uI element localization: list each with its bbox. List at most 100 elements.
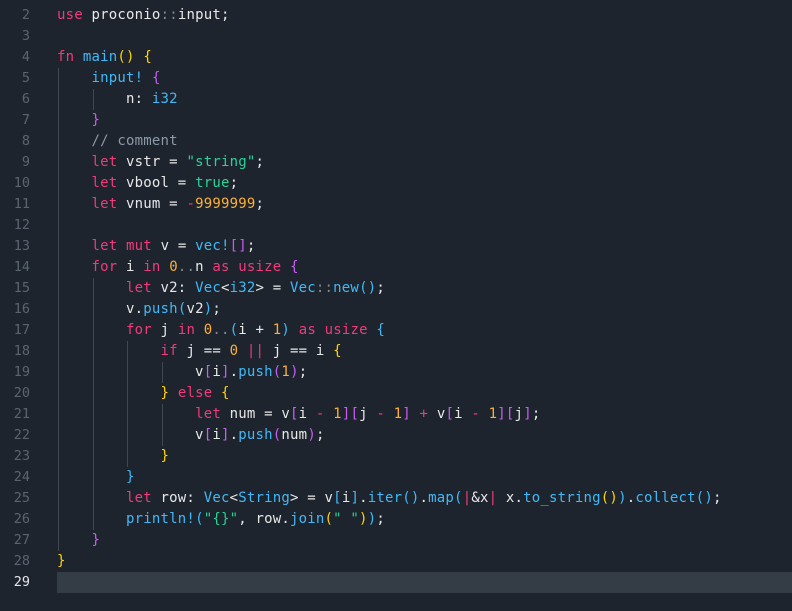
code-line[interactable] — [57, 572, 792, 593]
code-token: { — [376, 322, 386, 338]
code-token: 1 — [281, 364, 291, 380]
code-line[interactable]: v[i].push(num); — [57, 425, 792, 446]
code-token: n — [195, 259, 213, 275]
line-number: 23 — [13, 448, 30, 464]
code-token: . — [229, 427, 239, 443]
line-number: 25 — [13, 490, 30, 506]
code-token: let — [91, 196, 118, 212]
code-line[interactable]: for i in 0..n as usize { — [57, 257, 792, 278]
code-token: mut — [126, 238, 152, 254]
code-line[interactable]: n: i32 — [57, 89, 792, 110]
code-line[interactable] — [57, 26, 792, 47]
code-token: Vec — [203, 490, 230, 506]
code-token: use — [57, 7, 83, 23]
code-line[interactable]: let vstr = "string"; — [57, 152, 792, 173]
code-token: true — [195, 175, 230, 191]
code-token: push — [143, 301, 178, 317]
code-line[interactable]: } — [57, 446, 792, 467]
code-token: to_string — [523, 490, 601, 506]
code-line[interactable]: } — [57, 110, 792, 131]
code-token: i — [212, 364, 221, 380]
code-token: ][ — [341, 406, 360, 422]
code-line[interactable]: v.push(v2); — [57, 299, 792, 320]
line-number: 15 — [13, 280, 30, 296]
code-line[interactable]: // comment — [57, 131, 792, 152]
code-line[interactable]: } — [57, 551, 792, 572]
code-token: :: — [160, 7, 178, 23]
code-token: > = — [255, 280, 291, 296]
code-line[interactable]: let num = v[i - 1][j - 1] + v[i - 1][j]; — [57, 404, 792, 425]
code-line[interactable]: let vnum = -9999999; — [57, 194, 792, 215]
code-line[interactable]: let mut v = vec![]; — [57, 236, 792, 257]
code-line[interactable]: use proconio::input; — [57, 5, 792, 26]
code-token: ] — [402, 406, 411, 422]
line-number: 13 — [13, 238, 30, 254]
code-token: () — [600, 490, 619, 506]
code-token: v = — [151, 238, 196, 254]
code-token: . — [359, 490, 368, 506]
line-number: 3 — [21, 28, 30, 44]
code-token: else — [177, 385, 213, 401]
code-token: { — [151, 70, 161, 86]
line-number: 16 — [13, 301, 30, 317]
code-token: ) — [307, 427, 316, 443]
code-token: ; — [713, 490, 722, 506]
code-line[interactable]: let vbool = true; — [57, 173, 792, 194]
line-number: 17 — [13, 322, 30, 338]
code-token: v — [57, 427, 204, 443]
code-token: } — [57, 553, 66, 569]
code-token: Vec — [290, 280, 316, 296]
code-line[interactable]: } — [57, 530, 792, 551]
code-line[interactable]: for j in 0..(i + 1) as usize { — [57, 320, 792, 341]
code-token: v. — [57, 301, 144, 317]
code-token: [ — [333, 490, 342, 506]
code-line[interactable]: } — [57, 467, 792, 488]
code-token: vnum = — [117, 196, 187, 212]
code-line[interactable] — [57, 215, 792, 236]
code-token: () — [402, 490, 420, 506]
line-number: 22 — [13, 427, 30, 443]
code-token: 1 — [488, 406, 498, 422]
line-number: 7 — [21, 112, 30, 128]
code-token: () — [695, 490, 714, 506]
code-token: } — [126, 469, 135, 485]
code-token: input! — [91, 70, 144, 86]
code-line[interactable]: if j == 0 || j == i { — [57, 341, 792, 362]
code-token: i — [117, 259, 144, 275]
code-line[interactable]: } else { — [57, 383, 792, 404]
code-token: let — [91, 238, 118, 254]
code-token: usize — [238, 259, 282, 275]
code-editor[interactable]: 2 3 4 5 6 7 8 9 10 11 12 13 14 15 16 17 18 19 20 21 22 23 24 25… — [0, 0, 792, 611]
code-line[interactable]: fn main() { — [57, 47, 792, 68]
line-number: 27 — [13, 532, 30, 548]
line-number: 19 — [13, 364, 30, 380]
code-token: ; — [315, 427, 325, 443]
code-token: () — [117, 49, 135, 65]
code-token: n: — [57, 91, 152, 107]
code-token: [ — [445, 406, 455, 422]
code-line[interactable]: println!("{}", row.join(" ")); — [57, 509, 792, 530]
line-number: 10 — [13, 175, 30, 191]
code-line[interactable]: input! { — [57, 68, 792, 89]
code-token: let — [126, 280, 152, 296]
code-token: as — [298, 322, 316, 338]
code-token: v — [428, 406, 446, 422]
code-token: > = v — [290, 490, 334, 506]
code-token: let — [126, 490, 152, 506]
line-number: 21 — [13, 406, 30, 422]
code-token: { — [290, 259, 299, 275]
code-line[interactable]: let row: Vec<String> = v[i].iter().map(|… — [57, 488, 792, 509]
code-line[interactable]: v[i].push(1); — [57, 362, 792, 383]
code-line[interactable]: let v2: Vec<i32> = Vec::new(); — [57, 278, 792, 299]
